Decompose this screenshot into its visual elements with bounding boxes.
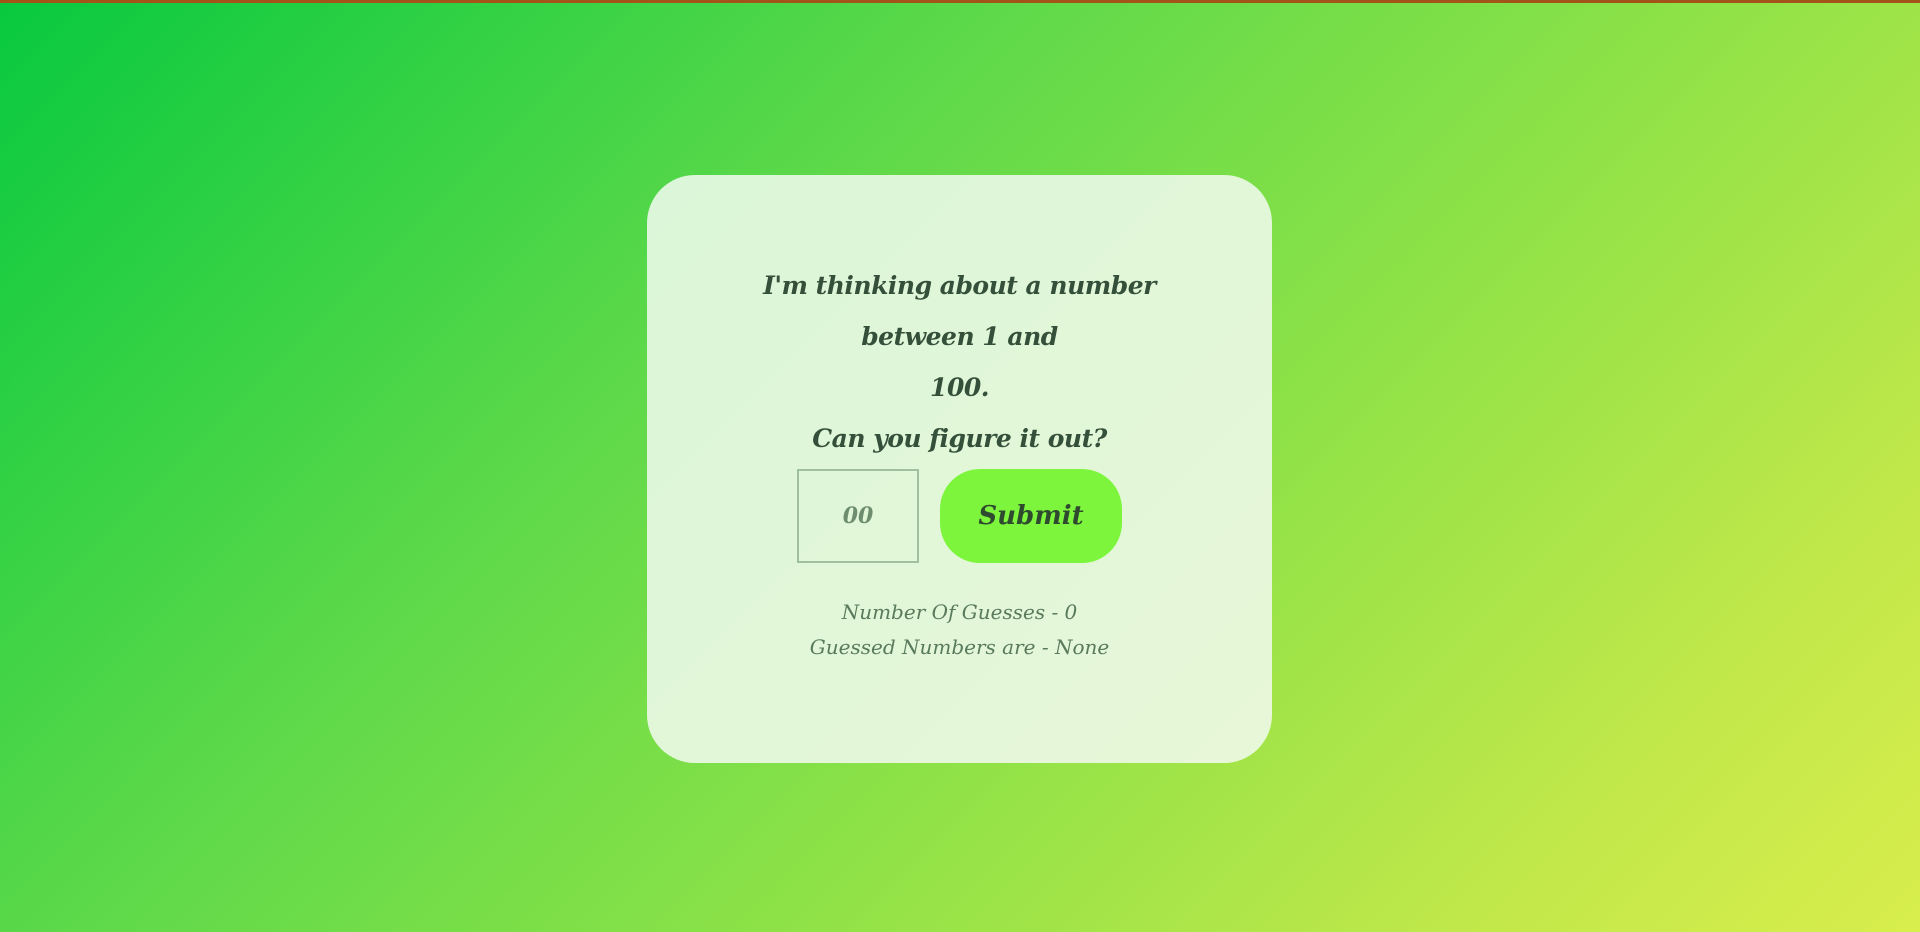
guess-count-text: Number Of Guesses - 0 xyxy=(841,600,1078,624)
prompt-line-1: I'm thinking about a number between 1 an… xyxy=(763,271,1156,351)
prompt-line-3: Can you figure it out? xyxy=(812,424,1107,453)
game-prompt: I'm thinking about a number between 1 an… xyxy=(727,260,1192,464)
guess-controls: Submit xyxy=(797,469,1122,563)
top-border xyxy=(0,0,1920,3)
submit-button[interactable]: Submit xyxy=(940,469,1122,563)
guess-stats: Number Of Guesses - 0 Guessed Numbers ar… xyxy=(647,595,1272,665)
guess-input[interactable] xyxy=(797,469,919,563)
guessed-numbers-text: Guessed Numbers are - None xyxy=(809,635,1110,659)
prompt-line-2: 100. xyxy=(930,373,989,402)
game-card: I'm thinking about a number between 1 an… xyxy=(647,175,1272,763)
